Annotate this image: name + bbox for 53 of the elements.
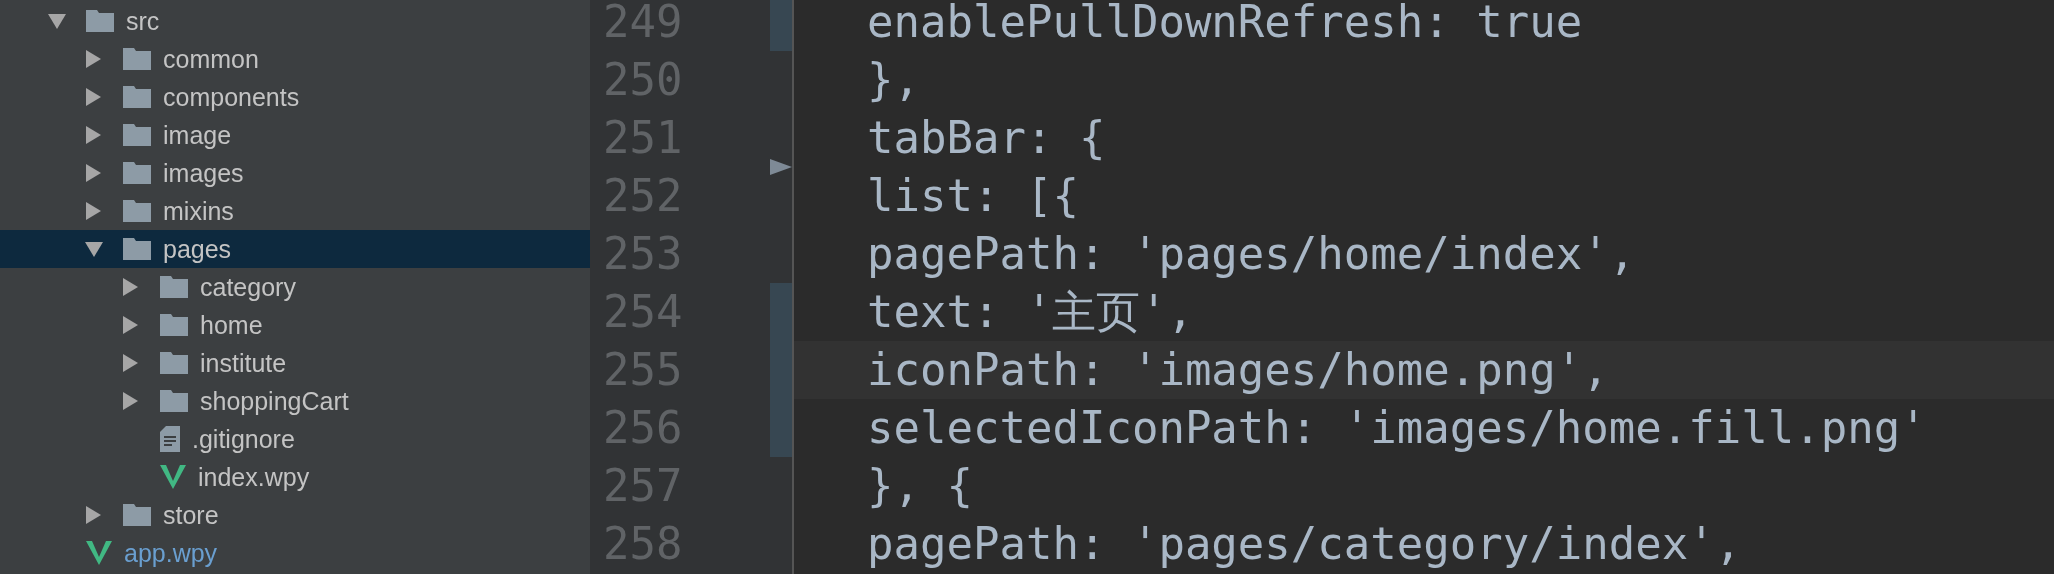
folder-icon bbox=[123, 162, 151, 184]
folder-icon bbox=[160, 390, 188, 412]
code-line: selectedIconPath: 'images/home.fill.png' bbox=[867, 401, 1927, 455]
tree-item[interactable]: home bbox=[0, 306, 590, 344]
tree-item[interactable]: category bbox=[0, 268, 590, 306]
expand-toggle-icon[interactable] bbox=[48, 13, 66, 29]
tree-item[interactable]: src bbox=[0, 2, 590, 40]
folder-icon bbox=[123, 48, 151, 70]
tree-item[interactable]: store bbox=[0, 496, 590, 534]
tree-item[interactable]: .gitignore bbox=[0, 420, 590, 458]
expand-toggle-icon[interactable] bbox=[122, 316, 138, 334]
tree-item[interactable]: institute bbox=[0, 344, 590, 382]
expand-toggle-icon[interactable] bbox=[122, 354, 138, 372]
expand-toggle-icon[interactable] bbox=[85, 506, 101, 524]
code-line: }, { bbox=[867, 459, 973, 513]
tree-item[interactable]: index.wpy bbox=[0, 458, 590, 496]
tree-item[interactable]: image bbox=[0, 116, 590, 154]
code-line: text: '主页', bbox=[867, 285, 1194, 339]
tree-item[interactable]: mixins bbox=[0, 192, 590, 230]
expand-toggle-icon[interactable] bbox=[85, 50, 101, 68]
code-line: pagePath: 'pages/category/index', bbox=[867, 517, 1742, 571]
tree-item[interactable]: common bbox=[0, 40, 590, 78]
folder-icon bbox=[123, 124, 151, 146]
folder-icon bbox=[123, 504, 151, 526]
document-icon bbox=[160, 426, 180, 452]
folder-icon bbox=[86, 10, 114, 32]
folder-icon bbox=[123, 238, 151, 260]
expand-toggle-icon[interactable] bbox=[85, 88, 101, 106]
code-line: }, bbox=[867, 53, 920, 107]
v-logo-icon bbox=[160, 465, 186, 489]
expand-toggle-icon[interactable] bbox=[85, 202, 101, 220]
code-line: tabBar: { bbox=[867, 111, 1106, 165]
code-line: list: [{ bbox=[867, 169, 1079, 223]
tree-item[interactable]: pages bbox=[0, 230, 590, 268]
tree-item[interactable]: shoppingCart bbox=[0, 382, 590, 420]
tree-item[interactable]: images bbox=[0, 154, 590, 192]
expand-toggle-icon[interactable] bbox=[85, 241, 103, 257]
fold-arrow-icon[interactable] bbox=[770, 159, 792, 175]
expand-toggle-icon[interactable] bbox=[122, 278, 138, 296]
folder-icon bbox=[123, 86, 151, 108]
v-logo-icon bbox=[86, 541, 112, 565]
code-line: enablePullDownRefresh: true bbox=[867, 0, 1583, 49]
folder-icon bbox=[160, 352, 188, 374]
folder-icon bbox=[123, 200, 151, 222]
code-line: iconPath: 'images/home.png', bbox=[867, 343, 1609, 397]
expand-toggle-icon[interactable] bbox=[85, 126, 101, 144]
folder-icon bbox=[160, 276, 188, 298]
code-line: pagePath: 'pages/home/index', bbox=[867, 227, 1636, 281]
folder-icon bbox=[160, 314, 188, 336]
tree-item[interactable]: components bbox=[0, 78, 590, 116]
expand-toggle-icon[interactable] bbox=[122, 392, 138, 410]
tree-item[interactable]: app.wpy bbox=[0, 534, 590, 572]
expand-toggle-icon[interactable] bbox=[85, 164, 101, 182]
